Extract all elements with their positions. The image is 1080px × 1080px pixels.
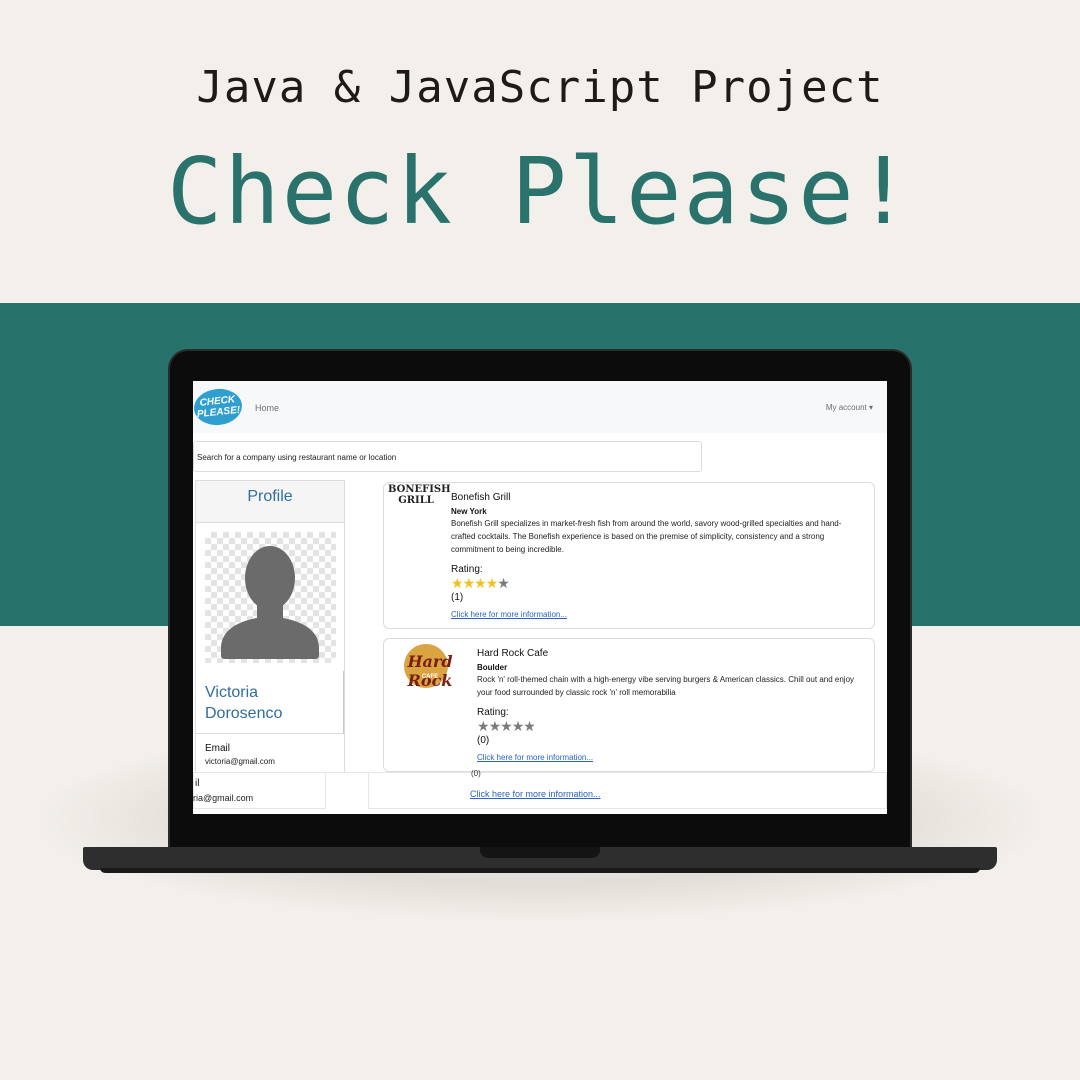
ghost-rating-count: (0) bbox=[471, 769, 481, 778]
restaurant-description: Bonefish Grill specializes in market-fre… bbox=[451, 519, 842, 554]
app-screen: CHECK PLEASE! Home My account ▾ Search f… bbox=[193, 381, 887, 814]
rating-label: Rating: bbox=[477, 707, 509, 718]
restaurant-card: BONEFISH GRILL Bonefish Grill New York B… bbox=[383, 482, 875, 629]
restaurant-name: Hard Rock Cafe bbox=[477, 648, 549, 659]
restaurant-city: Boulder bbox=[477, 663, 508, 672]
star-rating: ★★★★★ bbox=[477, 718, 536, 734]
star-filled-icon: ★ bbox=[485, 575, 499, 591]
star-filled-icon: ★ bbox=[451, 575, 464, 591]
check-please-logo[interactable]: CHECK PLEASE! bbox=[193, 386, 244, 428]
more-info-link[interactable]: Click here for more information... bbox=[477, 753, 593, 762]
star-empty-icon: ★ bbox=[488, 718, 502, 734]
ghost-more-info-link[interactable]: Click here for more information... bbox=[470, 789, 601, 799]
email-label: Email bbox=[205, 743, 231, 754]
banner-subtitle: Java & JavaScript Project bbox=[196, 62, 884, 113]
star-rating: ★★★★★ bbox=[451, 575, 510, 591]
my-account-dropdown[interactable]: My account ▾ bbox=[826, 403, 873, 412]
rating-count: (0) bbox=[477, 735, 490, 746]
profile-card: Profile Victoria Dorosenco Email victori… bbox=[195, 480, 345, 780]
avatar bbox=[205, 532, 336, 663]
restaurant-card: Hard Rock CAFE Hard Rock Cafe Boulder Ro… bbox=[383, 638, 875, 772]
restaurant-city: New York bbox=[451, 507, 487, 516]
banner-title: Check Please! bbox=[166, 138, 914, 245]
ghost-email-value: ria@gmail.com bbox=[193, 793, 254, 803]
ghost-profile-cell bbox=[193, 773, 326, 809]
rating-count: (1) bbox=[451, 592, 464, 603]
hard-rock-logo-text: Hard Rock bbox=[407, 652, 453, 690]
star-empty-icon: ★ bbox=[500, 718, 513, 734]
nav-home-link[interactable]: Home bbox=[255, 403, 279, 413]
navbar: CHECK PLEASE! Home My account ▾ bbox=[193, 381, 887, 433]
profile-header: Profile bbox=[196, 481, 344, 523]
star-empty-icon: ★ bbox=[497, 575, 510, 591]
hard-rock-logo-subtext: CAFE bbox=[421, 674, 439, 680]
more-info-link[interactable]: Click here for more information... bbox=[451, 610, 567, 619]
laptop-notch bbox=[480, 847, 600, 858]
email-value: victoria@gmail.com bbox=[205, 757, 275, 766]
star-empty-icon: ★ bbox=[477, 718, 490, 734]
star-filled-icon: ★ bbox=[474, 575, 487, 591]
bonefish-grill-logo: BONEFISH GRILL bbox=[388, 484, 451, 524]
star-empty-icon: ★ bbox=[523, 718, 536, 734]
hard-rock-cafe-logo: Hard Rock CAFE bbox=[389, 644, 471, 690]
star-empty-icon: ★ bbox=[511, 718, 525, 734]
user-silhouette-icon bbox=[221, 546, 319, 659]
search-input[interactable]: Search for a company using restaurant na… bbox=[193, 441, 702, 472]
bonefish-logo-text: BONEFISH GRILL bbox=[388, 484, 451, 506]
restaurant-description: Rock 'n' roll-themed chain with a high-e… bbox=[477, 675, 855, 697]
rating-label: Rating: bbox=[451, 564, 483, 575]
star-filled-icon: ★ bbox=[462, 575, 476, 591]
scrolled-overlay-row: il ria@gmail.com (0) Click here for more… bbox=[193, 769, 887, 814]
ghost-card-cell bbox=[368, 773, 887, 809]
ghost-email-label: il bbox=[195, 778, 200, 789]
laptop-base-edge bbox=[100, 868, 980, 873]
restaurant-name: Bonefish Grill bbox=[451, 492, 511, 503]
profile-name: Victoria Dorosenco bbox=[205, 684, 283, 722]
